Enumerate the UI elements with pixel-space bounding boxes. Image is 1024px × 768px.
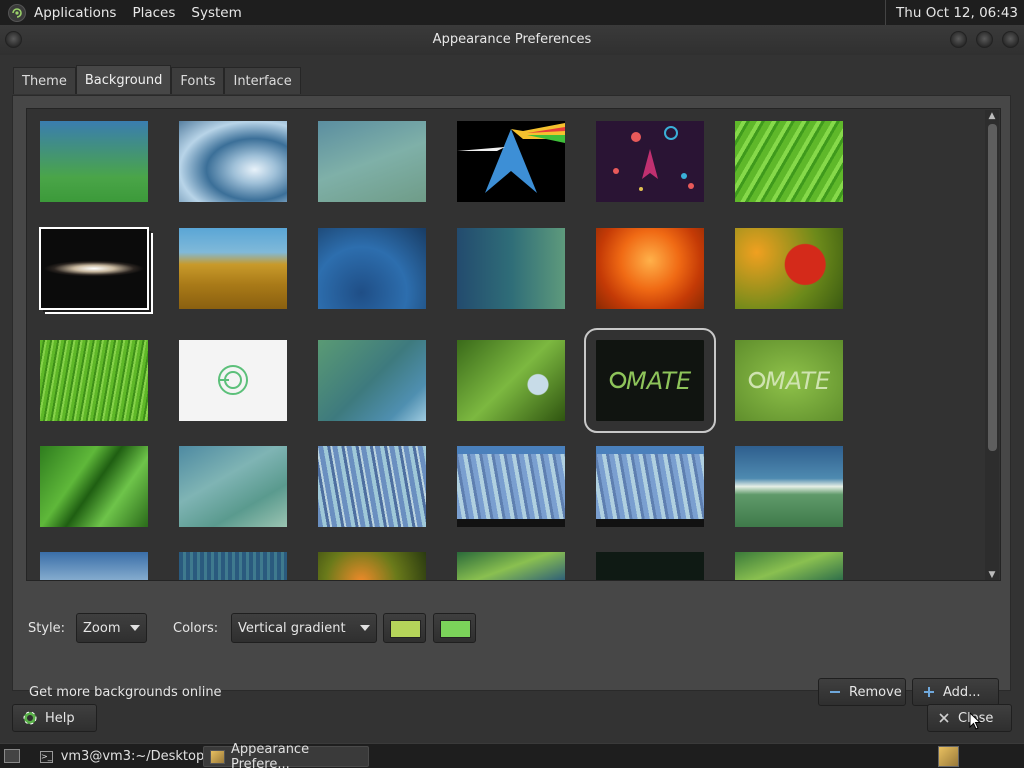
taskbar-item-appearance-label: Appearance Prefere... (231, 741, 310, 768)
show-desktop-icon[interactable] (4, 749, 20, 763)
tab-interface[interactable]: Interface (224, 67, 301, 94)
scrollbar-thumb[interactable] (988, 124, 997, 451)
gallery-scrollbar[interactable]: ▲ ▼ (985, 110, 999, 580)
remove-label: Remove (849, 684, 902, 700)
space-rocket-image (613, 126, 694, 191)
thumb-water-droplet[interactable] (179, 121, 287, 202)
thumb-partial-2[interactable] (179, 552, 287, 580)
terminal-icon: >_ (40, 750, 53, 763)
titlebar[interactable]: Appearance Preferences (0, 25, 1024, 55)
thumb-mate-logo-white[interactable] (179, 340, 287, 421)
thumb-blue-swirl[interactable] (735, 446, 843, 527)
appearance-preferences-window: Appearance Preferences Theme Background … (0, 25, 1024, 743)
thumb-green-blue-gradient[interactable] (40, 121, 148, 202)
thumb-green-leaf[interactable] (735, 121, 843, 202)
thumb-blue-green-curves[interactable] (179, 446, 287, 527)
thumb-golden-grass[interactable] (179, 228, 287, 309)
thumb-red-marigold[interactable] (735, 228, 843, 309)
appearance-icon (210, 749, 226, 764)
mate-logo-icon[interactable] (8, 3, 26, 22)
thumb-partial-1[interactable] (40, 552, 148, 580)
thumb-teal-bubbles[interactable] (457, 228, 565, 309)
add-button[interactable]: Add... (912, 678, 999, 706)
tab-fonts[interactable]: Fonts (171, 67, 225, 94)
scroll-up-icon[interactable]: ▲ (985, 110, 999, 122)
thumb-space-rocket[interactable] (596, 121, 704, 202)
color1-button[interactable] (383, 613, 426, 643)
chevron-down-icon (130, 625, 140, 631)
help-label: Help (45, 710, 75, 726)
plus-icon (923, 686, 935, 698)
thumb-teal-wave[interactable] (318, 340, 426, 421)
mouse-pointer-icon (969, 712, 981, 730)
taskbar-item-terminal[interactable]: >_ vm3@vm3:~/Desktop (34, 746, 204, 767)
thumb-ladybug-leaf[interactable] (457, 340, 565, 421)
menu-applications[interactable]: Applications (34, 5, 116, 21)
menu-system[interactable]: System (191, 5, 241, 21)
thumb-blue-water[interactable] (318, 228, 426, 309)
menu-places[interactable]: Places (132, 5, 175, 21)
taskbar-item-appearance[interactable]: Appearance Prefere... (203, 742, 369, 768)
add-label: Add... (943, 684, 981, 700)
style-value: Zoom (83, 620, 121, 636)
arch-prism-image (457, 123, 565, 193)
mate-logo-white-image (218, 365, 248, 395)
thumb-arch-prism[interactable] (457, 121, 565, 202)
bottom-taskbar: >_ vm3@vm3:~/Desktop Appearance Prefere.… (0, 742, 1024, 768)
colors-label: Colors: (173, 621, 219, 636)
workspace-switcher-icon[interactable] (938, 746, 959, 767)
thumb-aqua-curves[interactable] (318, 121, 426, 202)
color2-swatch (440, 620, 471, 638)
thumb-partial-6[interactable] (735, 552, 843, 580)
background-panel: MATE MATE ▲ ▼ Style: Zoom Colors: Vertic… (12, 95, 1011, 706)
style-label: Style: (28, 621, 66, 636)
tab-theme[interactable]: Theme (13, 67, 76, 94)
minus-icon (829, 686, 841, 698)
window-title: Appearance Preferences (432, 32, 592, 47)
minimize-icon[interactable] (950, 31, 967, 48)
thumb-abstract-blue-2[interactable] (457, 446, 565, 527)
scroll-down-icon[interactable]: ▼ (985, 569, 999, 580)
thumb-partial-4[interactable] (457, 552, 565, 580)
thumb-abstract-blue[interactable] (318, 446, 426, 527)
thumb-orange-flower[interactable] (596, 228, 704, 309)
mate-dark-image: MATE (609, 367, 692, 395)
thumb-partial-5[interactable] (596, 552, 704, 580)
color1-swatch (390, 620, 421, 638)
mate-green-image: MATE (748, 367, 831, 395)
color2-button[interactable] (433, 613, 476, 643)
thumb-mate-green[interactable]: MATE (735, 340, 843, 421)
maximize-icon[interactable] (976, 31, 993, 48)
colors-value: Vertical gradient (238, 620, 346, 636)
close-x-icon (938, 712, 950, 724)
thumb-sombrero-galaxy[interactable] (39, 227, 149, 310)
svg-text:MATE: MATE (626, 367, 692, 395)
thumb-mate-dark[interactable]: MATE (584, 328, 716, 433)
chevron-down-icon (360, 625, 370, 631)
thumb-leaves-drops[interactable] (40, 446, 148, 527)
remove-button[interactable]: Remove (818, 678, 906, 706)
top-panel: Applications Places System Thu Oct 12, 0… (0, 0, 1024, 25)
close-window-icon[interactable] (1002, 31, 1019, 48)
taskbar-item-terminal-label: vm3@vm3:~/Desktop (60, 749, 205, 764)
colors-combo[interactable]: Vertical gradient (231, 613, 377, 643)
tab-background[interactable]: Background (75, 65, 172, 94)
svg-text:MATE: MATE (765, 367, 831, 395)
wallpaper-gallery: MATE MATE ▲ ▼ (26, 108, 1001, 581)
style-combo[interactable]: Zoom (76, 613, 147, 643)
help-button[interactable]: Help (12, 704, 97, 732)
tab-bar: Theme Background Fonts Interface (13, 65, 301, 94)
thumb-partial-3[interactable] (318, 552, 426, 580)
get-more-backgrounds-link[interactable]: Get more backgrounds online (29, 685, 222, 700)
thumb-abstract-blue-3[interactable] (596, 446, 704, 527)
thumb-green-grass[interactable] (40, 340, 148, 421)
clock[interactable]: Thu Oct 12, 06:43 (885, 0, 1024, 25)
help-lifebuoy-icon (23, 711, 37, 725)
